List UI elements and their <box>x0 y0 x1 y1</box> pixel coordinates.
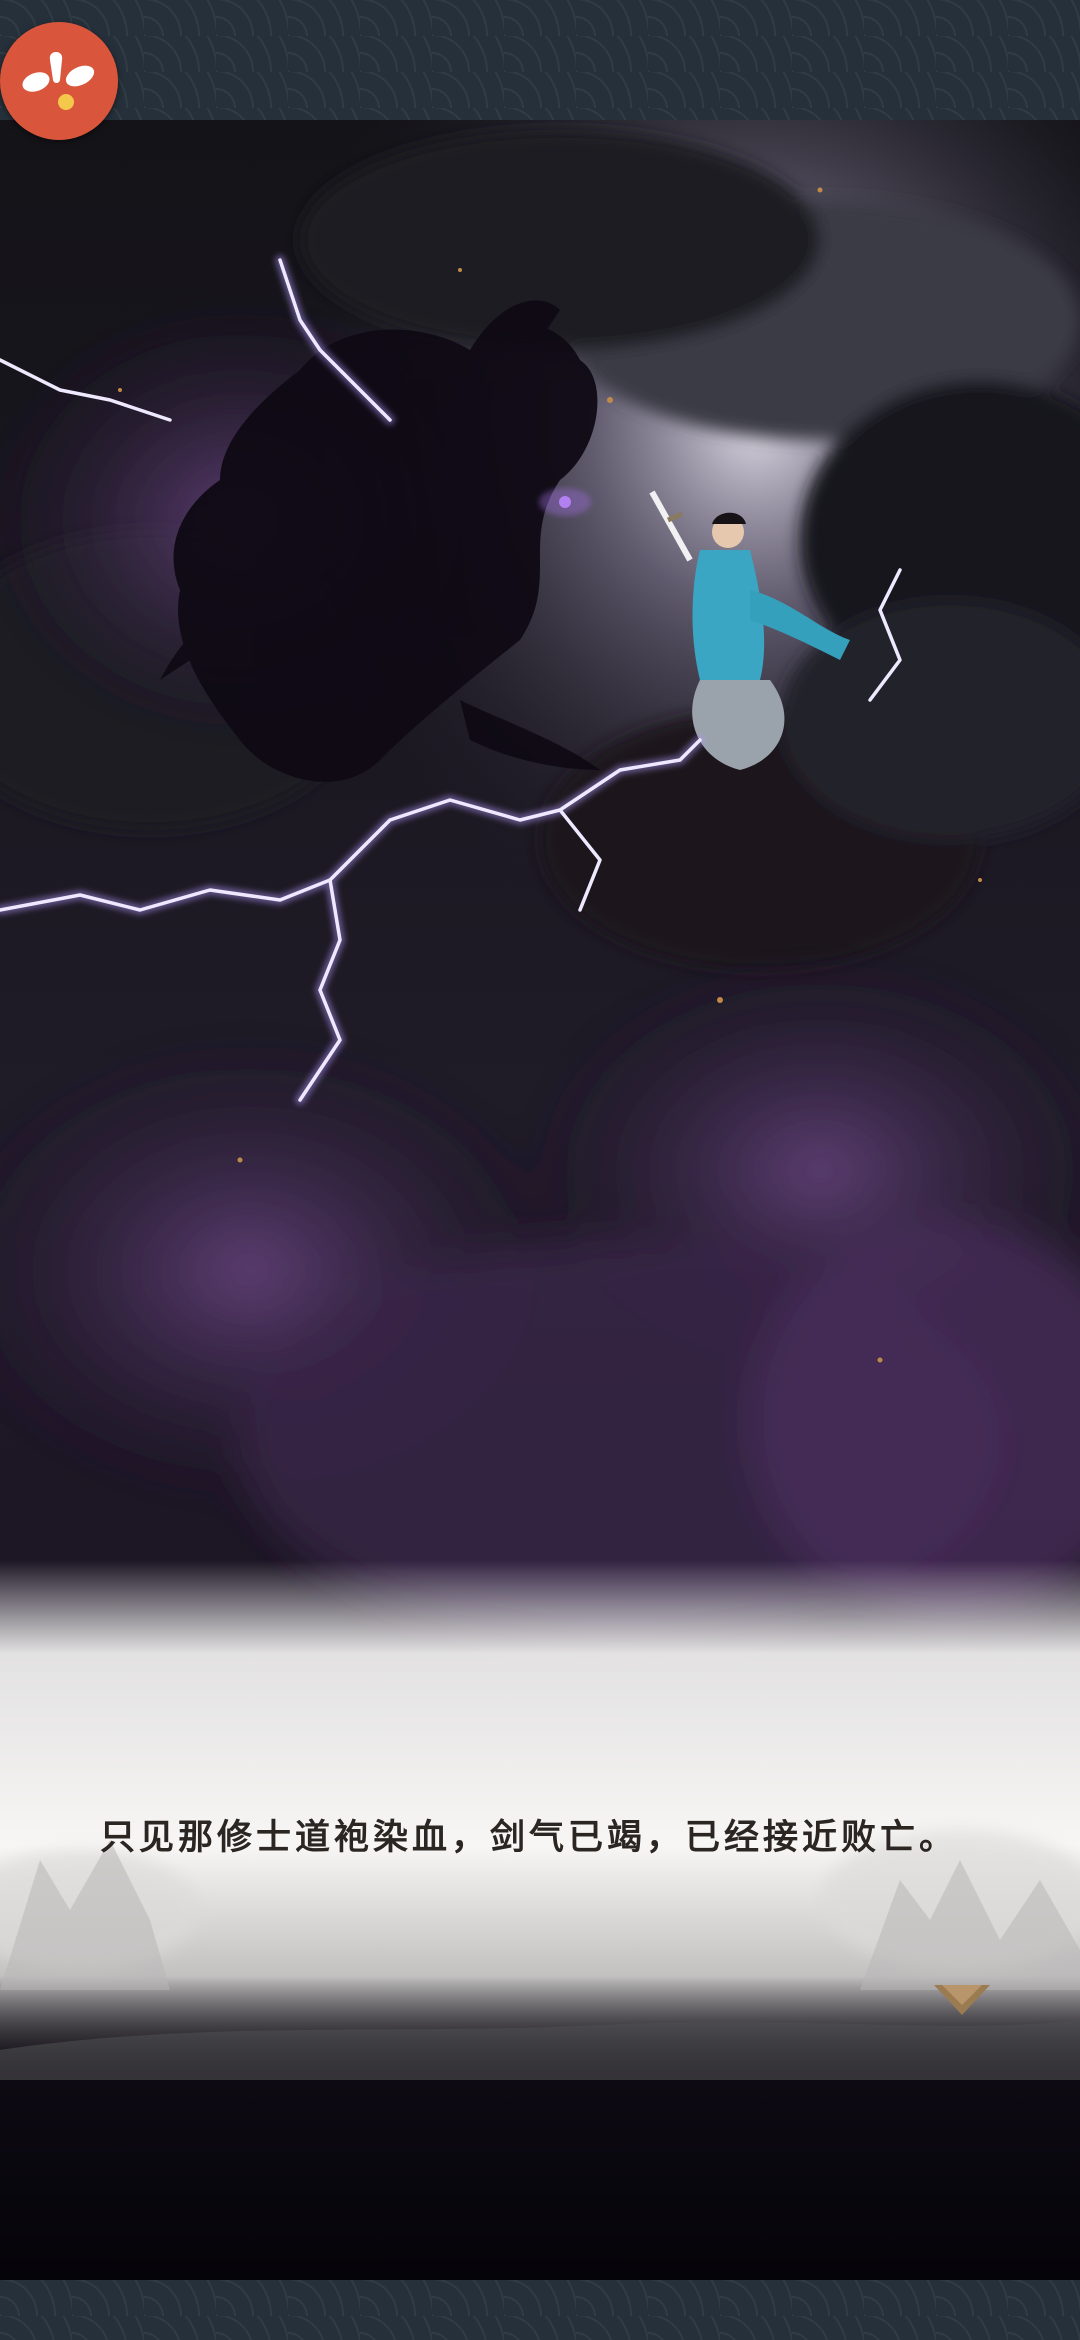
top-status-bar <box>0 0 1080 120</box>
bottom-navigation-bar <box>0 2280 1080 2340</box>
app-logo-glyph <box>22 52 95 110</box>
dialogue-box[interactable]: 只见那修士道袍染血，剑气已竭，已经接近败亡。 <box>0 1640 1080 2080</box>
dialogue-text: 只见那修士道袍染血，剑气已竭，已经接近败亡。 <box>100 1817 959 1858</box>
game-screen: 只见那修士道袍染血，剑气已竭，已经接近败亡。 <box>0 0 1080 2340</box>
next-triangle-icon[interactable] <box>932 1983 992 2017</box>
next-arrow-glyph <box>934 1985 990 2015</box>
app-logo-icon[interactable] <box>0 22 118 140</box>
